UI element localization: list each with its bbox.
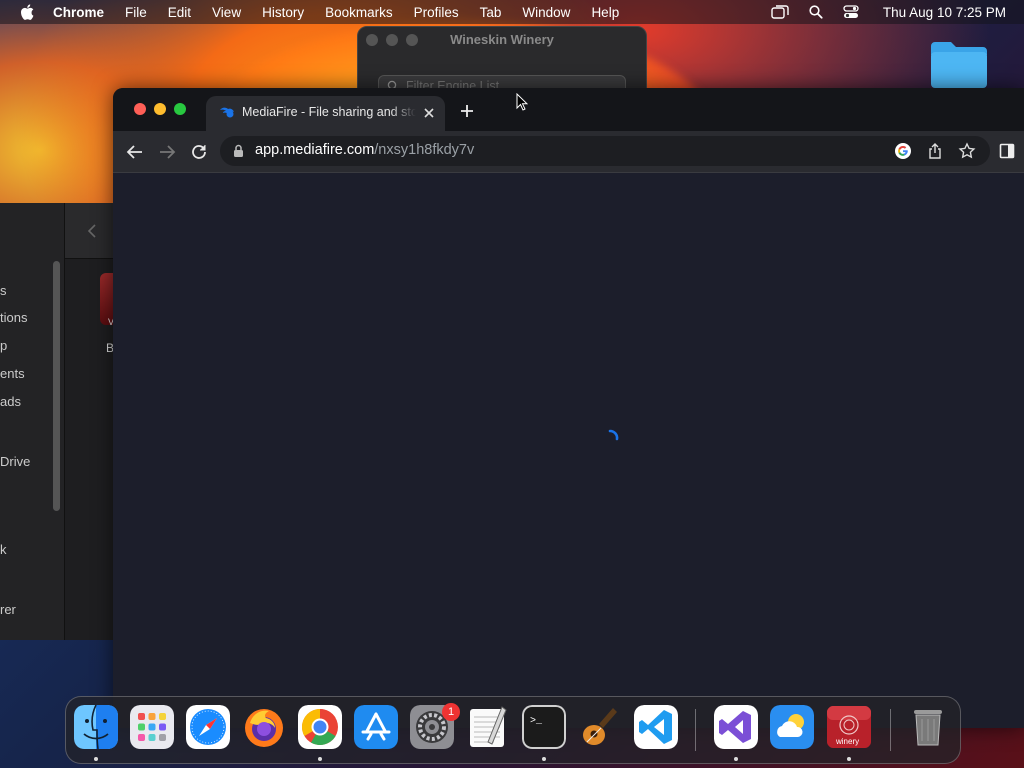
control-center-icon[interactable] [843,5,859,19]
dock-garageband-icon[interactable] [578,705,622,749]
dock-weather-icon[interactable] [770,705,814,749]
url-path: /nxsy1h8fkdy7v [374,142,475,158]
mediafire-favicon-icon [219,106,235,125]
notification-badge: 1 [442,703,460,721]
back-chevron-icon[interactable] [87,223,97,239]
dock-wineskin-winery-icon[interactable]: winery [826,705,872,749]
svg-text:>_: >_ [530,716,543,727]
finder-sidebar-scrollbar[interactable] [53,261,60,511]
side-panel-icon[interactable] [999,143,1015,159]
menu-bar: Chrome File Edit View History Bookmarks … [0,0,1024,24]
url-host: app.mediafire.com [255,142,375,158]
apple-menu-icon[interactable] [20,4,34,20]
google-lens-icon[interactable] [894,142,912,160]
dock-separator [695,709,696,751]
running-indicator [542,757,546,761]
dock-firefox-icon[interactable] [242,705,286,749]
menu-profiles[interactable]: Profiles [414,5,459,20]
tab-title: MediaFire - File sharing and storage [242,105,416,119]
close-tab-icon[interactable] [422,106,436,120]
finder-sidebar-item[interactable]: s [0,283,7,298]
desktop-folder-icon[interactable] [929,40,989,88]
finder-sidebar-item[interactable]: p [0,338,7,353]
finder-toolbar [65,203,114,259]
page-content[interactable] [113,173,1024,728]
winery-label: winery [836,737,860,746]
url-text[interactable]: app.mediafire.com/nxsy1h8fkdy7v [255,142,474,158]
window-controls [134,103,186,115]
address-bar[interactable]: app.mediafire.com/nxsy1h8fkdy7v [220,136,990,166]
window-title: Wineskin Winery [450,32,554,47]
dock-chrome-icon[interactable] [298,705,342,749]
dock-terminal-icon[interactable]: >_ [522,705,566,749]
dock: 1 >_ winery [65,696,961,764]
forward-arrow-icon[interactable] [158,143,176,161]
dock-separator [890,709,891,751]
menu-bookmarks[interactable]: Bookmarks [325,5,393,20]
dock-launchpad-icon[interactable] [130,705,174,749]
dock-vscode-icon[interactable] [634,705,678,749]
mouse-cursor-icon [516,92,529,116]
menu-file[interactable]: File [125,5,147,20]
finder-sidebar-item[interactable]: tions [0,310,27,325]
finder-sidebar-item[interactable]: Drive [0,454,30,469]
screen-mirroring-icon[interactable] [771,5,789,19]
close-button[interactable] [134,103,146,115]
menu-window[interactable]: Window [522,5,570,20]
browser-toolbar: app.mediafire.com/nxsy1h8fkdy7v [113,131,1024,173]
dock-visual-studio-icon[interactable] [714,705,758,749]
running-indicator [847,757,851,761]
menu-tab[interactable]: Tab [480,5,502,20]
new-tab-icon[interactable] [460,104,474,118]
tab-strip: MediaFire - File sharing and storage [113,88,1024,131]
tab-mediafire[interactable]: MediaFire - File sharing and storage [206,96,445,131]
menu-app-name[interactable]: Chrome [53,5,104,20]
back-arrow-icon[interactable] [126,143,144,161]
dock-app-store-icon[interactable] [354,705,398,749]
bookmark-star-icon[interactable] [958,142,976,160]
dock-textedit-icon[interactable] [466,705,510,749]
chrome-window: MediaFire - File sharing and storage app… [113,88,1024,728]
menu-help[interactable]: Help [591,5,619,20]
loading-spinner-icon [608,428,620,441]
running-indicator [734,757,738,761]
menu-bar-clock[interactable]: Thu Aug 10 7:25 PM [883,5,1006,20]
share-icon[interactable] [926,142,944,160]
menu-history[interactable]: History [262,5,304,20]
finder-sidebar-item[interactable]: ents [0,366,25,381]
zoom-button[interactable] [174,103,186,115]
menu-edit[interactable]: Edit [168,5,191,20]
minimize-button[interactable] [154,103,166,115]
finder-sidebar-item[interactable]: rer [0,602,16,617]
finder-sidebar-item[interactable]: k [0,542,7,557]
spotlight-search-icon[interactable] [809,5,823,19]
running-indicator [94,757,98,761]
dock-safari-icon[interactable] [186,705,230,749]
menu-view[interactable]: View [212,5,241,20]
dock-finder-icon[interactable] [74,705,118,749]
lock-icon[interactable] [233,144,244,163]
running-indicator [318,757,322,761]
finder-window: s tions p ents ads Drive k rer V B [0,203,115,640]
dock-trash-icon[interactable] [906,705,950,749]
reload-icon[interactable] [190,143,208,161]
finder-sidebar-item[interactable]: ads [0,394,21,409]
